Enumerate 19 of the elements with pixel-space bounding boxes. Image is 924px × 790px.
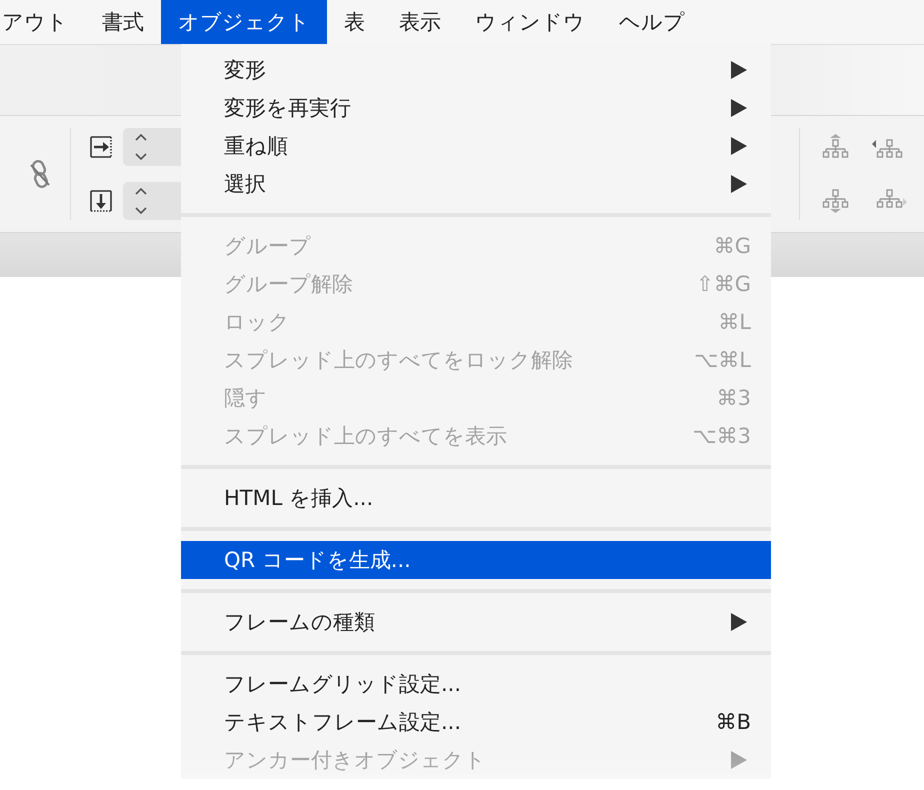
inset-right-icon[interactable] bbox=[89, 134, 115, 160]
menu-bar-item[interactable]: 書式 bbox=[85, 0, 161, 44]
menu-item[interactable]: 変形を再実行 bbox=[181, 89, 771, 127]
menu-item[interactable]: 重ね順 bbox=[181, 127, 771, 165]
menu-item[interactable]: テキストフレーム設定... ⌘B bbox=[181, 703, 771, 741]
unlink-icon[interactable] bbox=[28, 159, 52, 189]
menu-item[interactable]: HTML を挿入... bbox=[181, 479, 771, 517]
menu-bar-item[interactable]: アウト bbox=[0, 0, 85, 44]
menu-bar-item[interactable]: オブジェクト bbox=[161, 0, 327, 44]
menu-item[interactable]: フレームグリッド設定... bbox=[181, 665, 771, 703]
menu-bar-item[interactable]: ヘルプ bbox=[602, 0, 702, 44]
menu-bar-item[interactable]: 表 bbox=[327, 0, 382, 44]
menu-item[interactable]: 選択 bbox=[181, 165, 771, 203]
menu-bar-item[interactable]: ウィンドウ bbox=[458, 0, 602, 44]
inset-down-icon[interactable] bbox=[89, 188, 115, 214]
menu-item[interactable]: 変形 bbox=[181, 51, 771, 89]
menu-item[interactable]: QR コードを生成... bbox=[181, 541, 771, 579]
menu-bar-item[interactable]: 表示 bbox=[382, 0, 458, 44]
menu-item[interactable]: フレームの種類 bbox=[181, 603, 771, 641]
